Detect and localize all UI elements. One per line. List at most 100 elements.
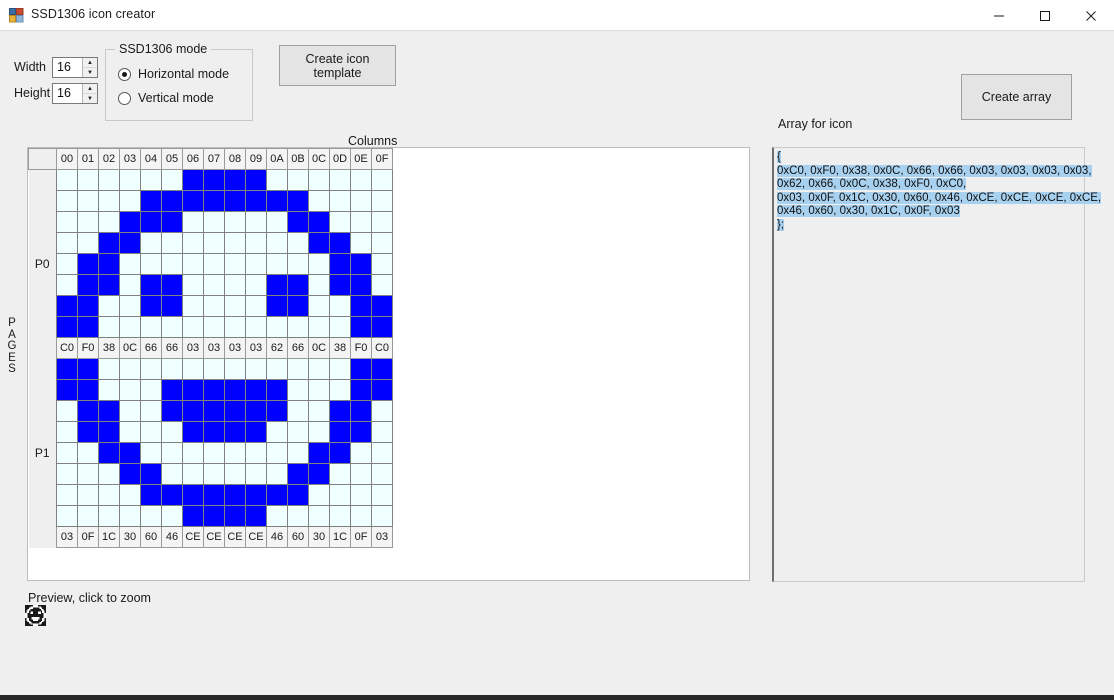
pixel-cell[interactable] <box>371 316 393 338</box>
pixel-cell[interactable] <box>371 169 393 191</box>
pixel-cell[interactable] <box>140 442 162 464</box>
height-spin-down-icon[interactable]: ▼ <box>83 94 97 103</box>
pixel-cell[interactable] <box>203 442 225 464</box>
pixel-cell[interactable] <box>350 400 372 422</box>
pixel-cell[interactable] <box>245 190 267 212</box>
pixel-cell[interactable] <box>371 190 393 212</box>
pixel-cell[interactable] <box>224 190 246 212</box>
pixel-cell[interactable] <box>161 232 183 254</box>
pixel-cell[interactable] <box>308 316 330 338</box>
pixel-cell[interactable] <box>98 400 120 422</box>
pixel-cell[interactable] <box>161 400 183 422</box>
pixel-cell[interactable] <box>182 232 204 254</box>
pixel-cell[interactable] <box>308 169 330 191</box>
pixel-cell[interactable] <box>371 400 393 422</box>
pixel-cell[interactable] <box>224 211 246 233</box>
pixel-cell[interactable] <box>203 400 225 422</box>
pixel-cell[interactable] <box>224 358 246 380</box>
pixel-cell[interactable] <box>245 505 267 527</box>
pixel-cell[interactable] <box>329 505 351 527</box>
column-header-0C[interactable]: 0C <box>308 148 330 170</box>
pixel-cell[interactable] <box>140 190 162 212</box>
pixel-cell[interactable] <box>56 211 78 233</box>
pixel-cell[interactable] <box>329 253 351 275</box>
pixel-cell[interactable] <box>98 316 120 338</box>
pixel-cell[interactable] <box>161 463 183 485</box>
pixel-cell[interactable] <box>266 484 288 506</box>
pixel-cell[interactable] <box>77 379 99 401</box>
pixel-cell[interactable] <box>56 484 78 506</box>
pixel-cell[interactable] <box>371 358 393 380</box>
pixel-cell[interactable] <box>371 232 393 254</box>
pixel-cell[interactable] <box>245 316 267 338</box>
pixel-cell[interactable] <box>224 169 246 191</box>
column-header-0F[interactable]: 0F <box>371 148 393 170</box>
pixel-cell[interactable] <box>203 463 225 485</box>
pixel-cell[interactable] <box>266 379 288 401</box>
pixel-cell[interactable] <box>119 316 141 338</box>
pixel-cell[interactable] <box>77 358 99 380</box>
pixel-cell[interactable] <box>182 421 204 443</box>
minimize-button[interactable] <box>976 0 1022 31</box>
pixel-cell[interactable] <box>140 379 162 401</box>
pixel-cell[interactable] <box>329 274 351 296</box>
pixel-cell[interactable] <box>266 190 288 212</box>
pixel-cell[interactable] <box>140 211 162 233</box>
pixel-cell[interactable] <box>140 463 162 485</box>
pixel-cell[interactable] <box>161 211 183 233</box>
pixel-cell[interactable] <box>371 442 393 464</box>
pixel-cell[interactable] <box>308 379 330 401</box>
pixel-cell[interactable] <box>98 190 120 212</box>
pixel-cell[interactable] <box>287 295 309 317</box>
pixel-cell[interactable] <box>182 442 204 464</box>
pixel-cell[interactable] <box>182 253 204 275</box>
pixel-cell[interactable] <box>140 484 162 506</box>
pixel-cell[interactable] <box>287 463 309 485</box>
pixel-cell[interactable] <box>308 505 330 527</box>
pixel-cell[interactable] <box>119 484 141 506</box>
height-spin-up-icon[interactable]: ▲ <box>83 84 97 94</box>
pixel-cell[interactable] <box>287 400 309 422</box>
pixel-cell[interactable] <box>56 379 78 401</box>
pixel-cell[interactable] <box>371 463 393 485</box>
width-spin-down-icon[interactable]: ▼ <box>83 68 97 77</box>
pixel-cell[interactable] <box>140 358 162 380</box>
pixel-cell[interactable] <box>98 295 120 317</box>
create-array-button[interactable]: Create array <box>961 74 1072 120</box>
pixel-cell[interactable] <box>161 379 183 401</box>
pixel-cell[interactable] <box>266 463 288 485</box>
pixel-cell[interactable] <box>203 253 225 275</box>
pixel-cell[interactable] <box>350 421 372 443</box>
pixel-cell[interactable] <box>245 358 267 380</box>
pixel-cell[interactable] <box>350 316 372 338</box>
column-header-0D[interactable]: 0D <box>329 148 351 170</box>
pixel-cell[interactable] <box>98 505 120 527</box>
pixel-cell[interactable] <box>266 442 288 464</box>
pixel-cell[interactable] <box>77 190 99 212</box>
radio-vertical-mode[interactable]: Vertical mode <box>118 91 214 105</box>
pixel-cell[interactable] <box>245 400 267 422</box>
pixel-cell[interactable] <box>350 358 372 380</box>
width-spin-buttons[interactable]: ▲ ▼ <box>82 58 97 77</box>
pixel-cell[interactable] <box>245 379 267 401</box>
pixel-cell[interactable] <box>287 442 309 464</box>
pixel-cell[interactable] <box>350 295 372 317</box>
pixel-cell[interactable] <box>329 421 351 443</box>
pixel-cell[interactable] <box>182 169 204 191</box>
pixel-cell[interactable] <box>371 379 393 401</box>
pixel-cell[interactable] <box>287 253 309 275</box>
pixel-cell[interactable] <box>224 253 246 275</box>
pixel-cell[interactable] <box>56 274 78 296</box>
pixel-cell[interactable] <box>182 358 204 380</box>
pixel-cell[interactable] <box>56 190 78 212</box>
pixel-cell[interactable] <box>119 358 141 380</box>
array-output-panel[interactable]: { 0xC0, 0xF0, 0x38, 0x0C, 0x66, 0x66, 0x… <box>772 147 1102 582</box>
pixel-cell[interactable] <box>203 421 225 443</box>
column-header-03[interactable]: 03 <box>119 148 141 170</box>
pixel-cell[interactable] <box>308 484 330 506</box>
pixel-cell[interactable] <box>266 505 288 527</box>
pixel-cell[interactable] <box>245 484 267 506</box>
pixel-cell[interactable] <box>350 505 372 527</box>
pixel-cell[interactable] <box>98 274 120 296</box>
pixel-cell[interactable] <box>182 463 204 485</box>
